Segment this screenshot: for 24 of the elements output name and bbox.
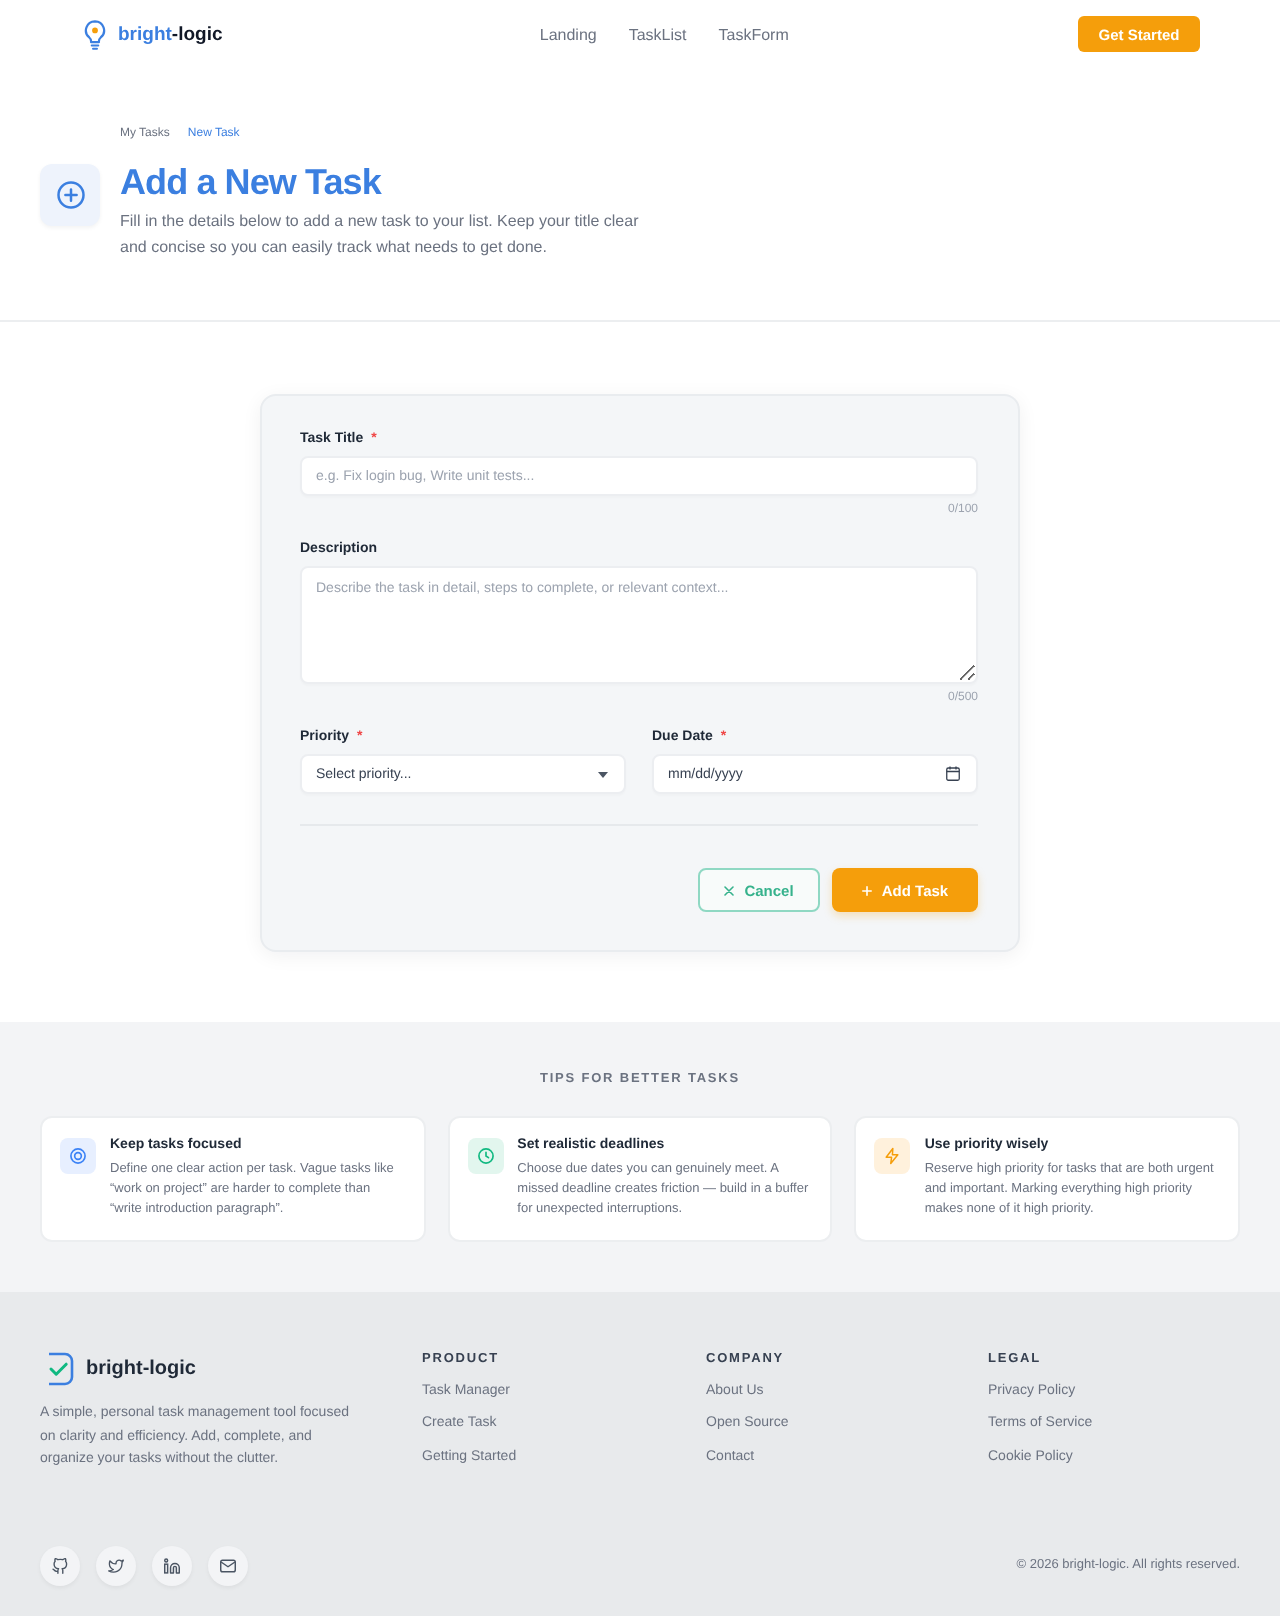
social-link[interactable] (208, 1545, 248, 1586)
lightbulb-icon (84, 19, 106, 49)
caret-icon (598, 771, 608, 777)
target-icon (60, 1138, 96, 1174)
x-icon (724, 885, 735, 895)
page-title: Add a New Task (120, 160, 384, 204)
lightning-icon (874, 1138, 911, 1174)
social-link[interactable] (40, 1545, 80, 1586)
github-icon (52, 1557, 68, 1574)
social-link[interactable] (96, 1545, 136, 1586)
plus-icon (861, 885, 872, 895)
brand-name[interactable]: bright-logic (118, 23, 223, 45)
calendar-icon (946, 766, 960, 782)
footer-brand-name[interactable]: bright-logic (86, 1358, 196, 1380)
check-square-icon (48, 1352, 74, 1386)
nav-link[interactable]: Landing (539, 25, 597, 43)
mail-icon (220, 1557, 236, 1574)
twitter-icon (108, 1557, 124, 1574)
page-subtitle: Fill in the details below to add a new task to your list. Keep your title clear and concise so you can easily track what needs to get done. (120, 210, 641, 260)
social-link[interactable] (152, 1545, 192, 1586)
clock-icon (467, 1138, 504, 1174)
nav-link[interactable]: TaskList (628, 25, 687, 43)
linkedin-icon (164, 1557, 180, 1574)
nav-link[interactable]: TaskForm (718, 25, 789, 43)
